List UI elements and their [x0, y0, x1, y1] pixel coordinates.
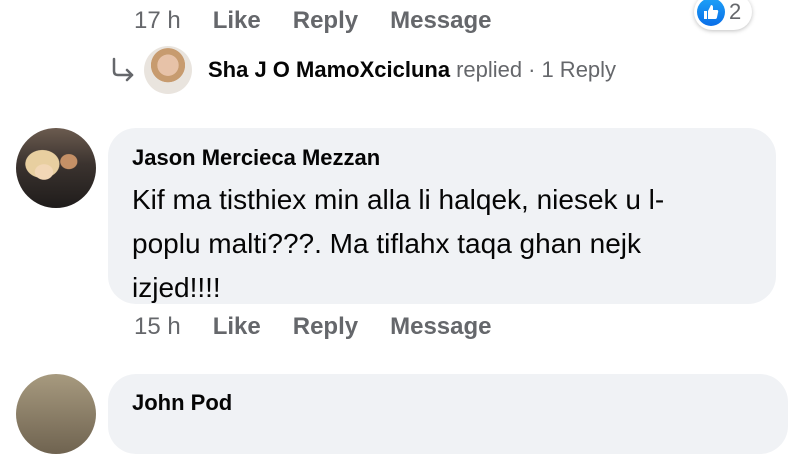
separator-dot: · — [528, 57, 536, 82]
comment-author-name[interactable]: Jason Mercieca Mezzan — [132, 144, 752, 172]
comment-timestamp[interactable]: 15 h — [134, 313, 181, 341]
like-button[interactable]: Like — [213, 7, 261, 35]
view-replies-row[interactable]: Sha J O MamoXcicluna replied · 1 Reply — [108, 46, 616, 94]
comment-actions: 15 h Like Reply Message — [134, 312, 524, 342]
comment-bubble: Jason Mercieca Mezzan Kif ma tisthiex mi… — [108, 128, 776, 304]
like-button[interactable]: Like — [213, 313, 261, 341]
reply-count[interactable]: 1 Reply — [541, 57, 616, 83]
previous-comment-actions: 17 h Like Reply Message — [134, 6, 524, 36]
comment-timestamp[interactable]: 17 h — [134, 7, 181, 35]
next-comment-author-name[interactable]: John Pod — [132, 390, 764, 416]
next-comment-avatar[interactable] — [16, 374, 96, 454]
message-button[interactable]: Message — [390, 7, 491, 35]
reaction-badge[interactable]: 2 — [694, 0, 752, 30]
like-icon — [697, 0, 725, 26]
comment-author-avatar[interactable] — [16, 128, 96, 208]
replied-verb: replied — [456, 57, 523, 82]
replier-avatar[interactable] — [144, 46, 192, 94]
reply-button[interactable]: Reply — [293, 313, 358, 341]
next-comment-bubble: John Pod — [108, 374, 788, 454]
replier-name[interactable]: Sha J O MamoXcicluna — [208, 57, 450, 83]
reply-arrow-icon — [108, 55, 138, 85]
message-button[interactable]: Message — [390, 313, 491, 341]
reaction-count: 2 — [729, 0, 742, 24]
comment-text: Kif ma tisthiex min alla li halqek, nies… — [132, 184, 665, 303]
reply-button[interactable]: Reply — [293, 7, 358, 35]
